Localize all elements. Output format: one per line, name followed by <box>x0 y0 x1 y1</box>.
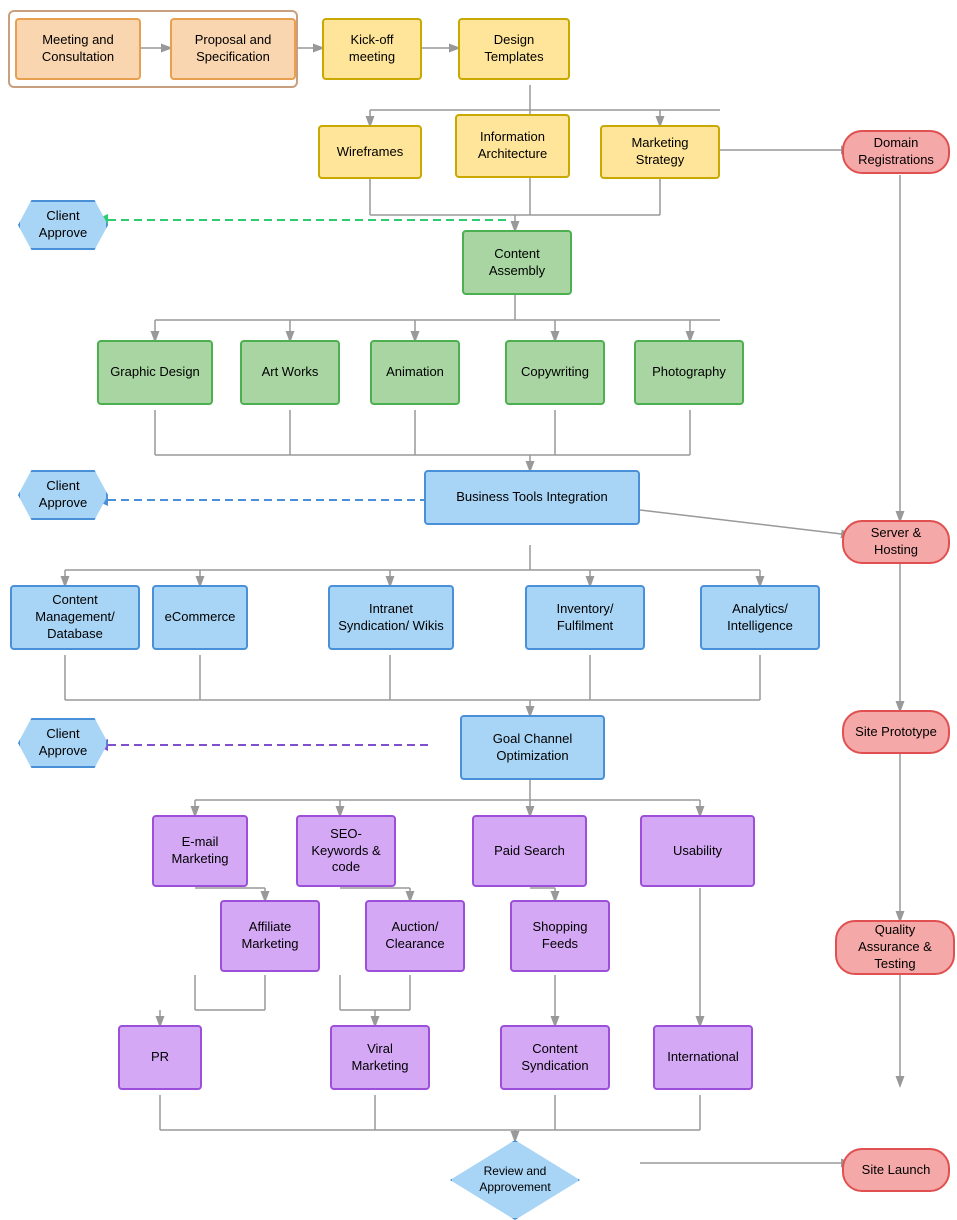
diagram: Meeting and Consultation Proposal and Sp… <box>0 0 957 1183</box>
qa-testing-node: Quality Assurance & Testing <box>835 920 955 975</box>
marketing-strategy-node: Marketing Strategy <box>600 125 720 179</box>
wireframes-node: Wireframes <box>318 125 422 179</box>
proposal-node: Proposal and Specification <box>170 18 296 80</box>
content-assembly-node: Content Assembly <box>462 230 572 295</box>
goal-channel-node: Goal Channel Optimization <box>460 715 605 780</box>
affiliate-node: Affiliate Marketing <box>220 900 320 972</box>
server-hosting-node: Server & Hosting <box>842 520 950 564</box>
pr-node: PR <box>118 1025 202 1090</box>
design-templates-node: Design Templates <box>458 18 570 80</box>
content-mgmt-node: Content Management/ Database <box>10 585 140 650</box>
animation-node: Animation <box>370 340 460 405</box>
client-approve-1-node: Client Approve <box>18 200 108 250</box>
graphic-design-node: Graphic Design <box>97 340 213 405</box>
usability-node: Usability <box>640 815 755 887</box>
photography-node: Photography <box>634 340 744 405</box>
info-arch-node: Information Architecture <box>455 114 570 178</box>
meeting-node: Meeting and Consultation <box>15 18 141 80</box>
analytics-node: Analytics/ Intelligence <box>700 585 820 650</box>
intranet-node: Intranet Syndication/ Wikis <box>328 585 454 650</box>
viral-node: Viral Marketing <box>330 1025 430 1090</box>
international-node: International <box>653 1025 753 1090</box>
biz-tools-node: Business Tools Integration <box>424 470 640 525</box>
seo-node: SEO- Keywords & code <box>296 815 396 887</box>
email-mktg-node: E-mail Marketing <box>152 815 248 887</box>
site-launch-node: Site Launch <box>842 1148 950 1192</box>
domain-reg-node: Domain Registrations <box>842 130 950 174</box>
review-node: Review and Approvement <box>450 1140 580 1220</box>
shopping-feeds-node: Shopping Feeds <box>510 900 610 972</box>
content-synd-node: Content Syndication <box>500 1025 610 1090</box>
copywriting-node: Copywriting <box>505 340 605 405</box>
art-works-node: Art Works <box>240 340 340 405</box>
auction-node: Auction/ Clearance <box>365 900 465 972</box>
ecommerce-node: eCommerce <box>152 585 248 650</box>
paid-search-node: Paid Search <box>472 815 587 887</box>
site-prototype-node: Site Prototype <box>842 710 950 754</box>
kickoff-node: Kick-off meeting <box>322 18 422 80</box>
client-approve-3-node: Client Approve <box>18 718 108 768</box>
inventory-node: Inventory/ Fulfilment <box>525 585 645 650</box>
client-approve-2-node: Client Approve <box>18 470 108 520</box>
